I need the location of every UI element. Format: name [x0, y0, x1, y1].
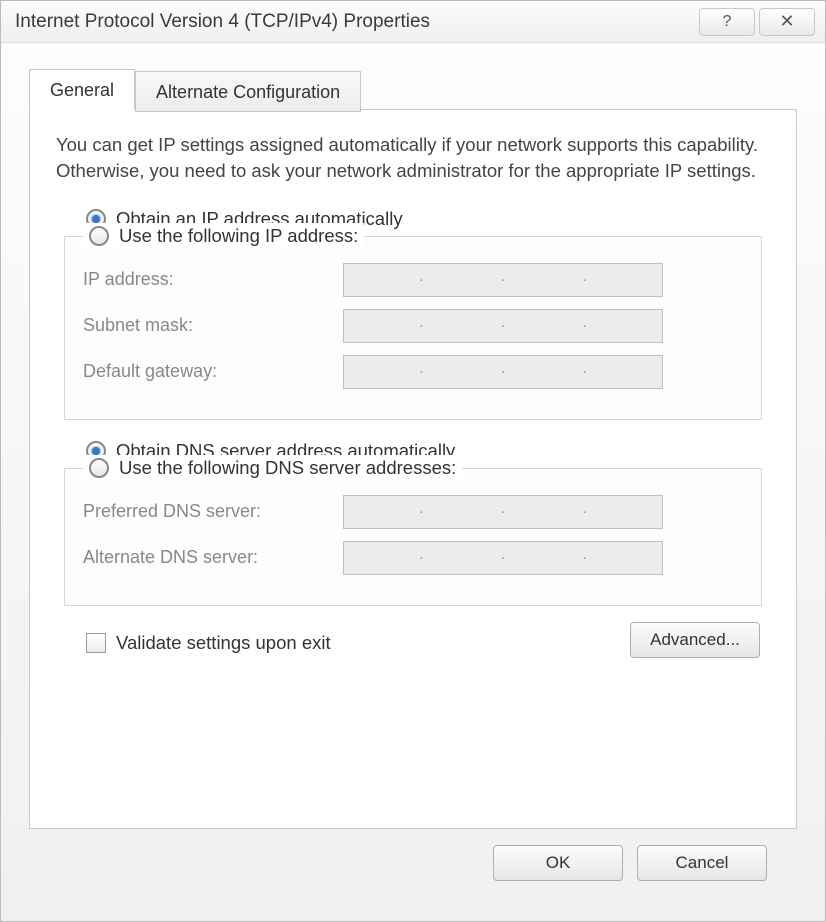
radio-icon — [89, 458, 109, 478]
properties-dialog: Internet Protocol Version 4 (TCP/IPv4) P… — [0, 0, 826, 922]
default-gateway-input[interactable]: ... — [343, 355, 663, 389]
ok-button[interactable]: OK — [493, 845, 623, 881]
subnet-mask-input[interactable]: ... — [343, 309, 663, 343]
checkbox-icon — [86, 633, 106, 653]
help-icon: ? — [723, 13, 732, 31]
alternate-dns-input[interactable]: ... — [343, 541, 663, 575]
tab-label: General — [50, 80, 114, 100]
checkbox-label: Validate settings upon exit — [116, 632, 331, 654]
field-label: Alternate DNS server: — [83, 547, 343, 568]
field-label: Default gateway: — [83, 361, 343, 382]
client-area: General Alternate Configuration You can … — [1, 43, 825, 897]
field-preferred-dns: Preferred DNS server: ... — [83, 495, 743, 529]
tab-strip: General Alternate Configuration — [29, 69, 797, 110]
tab-label: Alternate Configuration — [156, 82, 340, 102]
help-button[interactable]: ? — [699, 8, 755, 36]
ip-group: Use the following IP address: IP address… — [64, 236, 762, 420]
radio-ip-manual[interactable]: Use the following IP address: — [83, 223, 364, 249]
titlebar: Internet Protocol Version 4 (TCP/IPv4) P… — [1, 1, 825, 43]
ip-address-input[interactable]: ... — [343, 263, 663, 297]
preferred-dns-input[interactable]: ... — [343, 495, 663, 529]
field-default-gateway: Default gateway: ... — [83, 355, 743, 389]
field-label: Subnet mask: — [83, 315, 343, 336]
dns-group: Use the following DNS server addresses: … — [64, 468, 762, 606]
field-label: Preferred DNS server: — [83, 501, 343, 522]
advanced-button[interactable]: Advanced... — [630, 622, 760, 658]
field-label: IP address: — [83, 269, 343, 290]
cancel-button[interactable]: Cancel — [637, 845, 767, 881]
close-button[interactable]: ✕ — [759, 8, 815, 36]
field-ip-address: IP address: ... — [83, 263, 743, 297]
radio-dns-manual[interactable]: Use the following DNS server addresses: — [83, 455, 462, 481]
button-label: Advanced... — [650, 630, 740, 650]
description-text: You can get IP settings assigned automat… — [56, 132, 770, 184]
tab-alternate-configuration[interactable]: Alternate Configuration — [135, 71, 361, 112]
tab-general[interactable]: General — [29, 69, 135, 110]
radio-label: Use the following IP address: — [119, 225, 358, 247]
window-title: Internet Protocol Version 4 (TCP/IPv4) P… — [15, 11, 695, 33]
radio-label: Use the following DNS server addresses: — [119, 457, 456, 479]
field-alternate-dns: Alternate DNS server: ... — [83, 541, 743, 575]
radio-icon — [89, 226, 109, 246]
dialog-buttons: OK Cancel — [29, 829, 797, 881]
field-subnet-mask: Subnet mask: ... — [83, 309, 743, 343]
button-label: OK — [546, 853, 571, 873]
tab-panel-general: You can get IP settings assigned automat… — [29, 109, 797, 829]
close-icon: ✕ — [779, 11, 794, 32]
button-label: Cancel — [676, 853, 729, 873]
